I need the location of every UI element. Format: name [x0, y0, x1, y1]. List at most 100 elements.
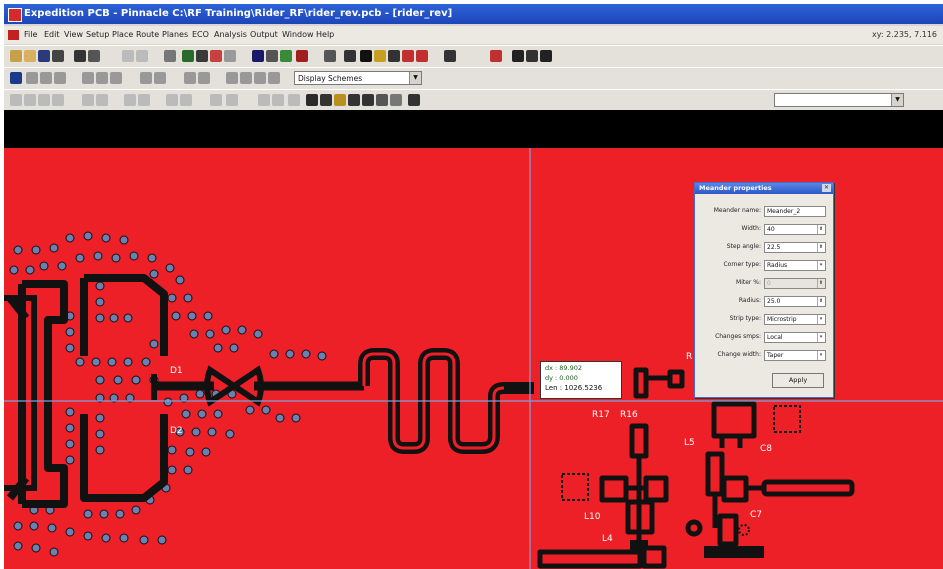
menu-route[interactable]: Route — [136, 26, 159, 44]
spread-icon[interactable] — [272, 94, 284, 106]
apply-button[interactable]: Apply — [772, 373, 824, 388]
view-icon[interactable] — [110, 72, 122, 84]
route-icon[interactable] — [210, 50, 222, 62]
distribute-icon[interactable] — [198, 72, 210, 84]
chevron-down-icon[interactable]: ▾ — [817, 315, 824, 324]
star-icon[interactable] — [374, 50, 386, 62]
diamond-icon[interactable] — [360, 50, 372, 62]
highlight-icon[interactable] — [416, 50, 428, 62]
trace-icon[interactable] — [24, 94, 36, 106]
width-input[interactable]: 40 ⬍ — [764, 224, 826, 235]
place-icon[interactable] — [196, 50, 208, 62]
corner-type-select[interactable]: Radius ▾ — [764, 260, 826, 271]
menu-eco[interactable]: ECO — [192, 26, 209, 44]
save-icon[interactable] — [38, 50, 50, 62]
flip-icon[interactable] — [140, 72, 152, 84]
print-icon[interactable] — [52, 50, 64, 62]
chevron-down-icon[interactable]: ▾ — [817, 333, 824, 342]
cursor-icon[interactable] — [324, 50, 336, 62]
gloss-icon[interactable] — [82, 94, 94, 106]
shield-icon[interactable] — [408, 94, 420, 106]
pencil-icon[interactable] — [224, 50, 236, 62]
new-icon[interactable] — [10, 50, 22, 62]
change-width-select[interactable]: Taper ▾ — [764, 350, 826, 361]
menu-setup[interactable]: Setup — [86, 26, 109, 44]
cut-icon[interactable] — [122, 50, 134, 62]
display-schemes-combo[interactable]: Display Schemes ▼ — [294, 71, 422, 85]
stub-icon[interactable] — [348, 94, 360, 106]
add-icon[interactable] — [10, 94, 22, 106]
menu-place[interactable]: Place — [112, 26, 133, 44]
arc-icon[interactable] — [320, 94, 332, 106]
strip-type-select[interactable]: Microstrip ▾ — [764, 314, 826, 325]
dialog-title-bar[interactable]: Meander properties ✕ — [695, 183, 833, 194]
spinner-icon[interactable]: ⬍ — [817, 243, 824, 252]
panel-icon[interactable] — [526, 50, 538, 62]
snap-icon[interactable] — [254, 72, 266, 84]
zoom-out-icon[interactable] — [40, 72, 52, 84]
ruler-icon[interactable] — [240, 72, 252, 84]
chevron-down-icon[interactable]: ▾ — [817, 261, 824, 270]
rotate-icon[interactable] — [154, 72, 166, 84]
rf-node-icon[interactable] — [376, 94, 388, 106]
menu-edit[interactable]: Edit — [44, 26, 60, 44]
menu-view[interactable]: View — [64, 26, 83, 44]
align-icon[interactable] — [184, 72, 196, 84]
undo-icon[interactable] — [164, 50, 176, 62]
layers-icon[interactable] — [268, 72, 280, 84]
fanout-icon[interactable] — [280, 50, 292, 62]
plane-icon[interactable] — [52, 94, 64, 106]
menu-window[interactable]: Window — [282, 26, 314, 44]
funnel-icon[interactable] — [388, 50, 400, 62]
redraw-icon[interactable] — [96, 72, 108, 84]
chevron-down-icon[interactable]: ▾ — [817, 351, 824, 360]
tune-icon[interactable] — [96, 94, 108, 106]
layer-combo[interactable]: ▼ — [774, 93, 904, 107]
layer-icon[interactable] — [252, 50, 264, 62]
menu-help[interactable]: Help — [316, 26, 334, 44]
find-icon[interactable] — [88, 50, 100, 62]
meander-name-input[interactable]: Meander_2 — [764, 206, 826, 217]
taper-icon[interactable] — [362, 94, 374, 106]
step-angle-input[interactable]: 22.5 ⬍ — [764, 242, 826, 253]
unlock-icon[interactable] — [166, 94, 178, 106]
close-icon[interactable]: ✕ — [822, 184, 831, 192]
plow-icon[interactable] — [226, 94, 238, 106]
filter-icon[interactable] — [402, 50, 414, 62]
component-icon[interactable] — [344, 50, 356, 62]
sheet-icon[interactable] — [540, 50, 552, 62]
lock-icon[interactable] — [138, 94, 150, 106]
net-icon[interactable] — [296, 50, 308, 62]
via-array-icon[interactable] — [390, 94, 402, 106]
binoculars-icon[interactable] — [74, 50, 86, 62]
rf-icon[interactable] — [288, 94, 300, 106]
menu-planes[interactable]: Planes — [162, 26, 188, 44]
push-icon[interactable] — [180, 94, 192, 106]
spinner-icon[interactable]: ⬍ — [817, 297, 824, 306]
zoom-fit-icon[interactable] — [54, 72, 66, 84]
stop-icon[interactable] — [490, 50, 502, 62]
pan-icon[interactable] — [82, 72, 94, 84]
zoom-in-icon[interactable] — [26, 72, 38, 84]
menu-output[interactable]: Output — [250, 26, 278, 44]
via-icon[interactable] — [38, 94, 50, 106]
copy-icon[interactable] — [136, 50, 148, 62]
chevron-down-icon[interactable]: ▼ — [409, 72, 421, 84]
spinner-icon[interactable]: ⬍ — [817, 225, 824, 234]
changes-select[interactable]: Local ▾ — [764, 332, 826, 343]
grid-icon[interactable] — [182, 50, 194, 62]
board-icon[interactable] — [512, 50, 524, 62]
radius-input[interactable]: 25.0 ⬍ — [764, 296, 826, 307]
open-icon[interactable] — [24, 50, 36, 62]
hug-icon[interactable] — [210, 94, 222, 106]
slide-icon[interactable] — [258, 94, 270, 106]
meander-icon[interactable] — [334, 94, 346, 106]
measure-icon[interactable] — [226, 72, 238, 84]
drc-icon[interactable] — [266, 50, 278, 62]
select-mode-icon[interactable] — [10, 72, 22, 84]
menu-file[interactable]: File — [24, 26, 37, 44]
shape-icon[interactable] — [306, 94, 318, 106]
chevron-down-icon[interactable]: ▼ — [891, 94, 903, 106]
menu-analysis[interactable]: Analysis — [214, 26, 247, 44]
fix-icon[interactable] — [124, 94, 136, 106]
